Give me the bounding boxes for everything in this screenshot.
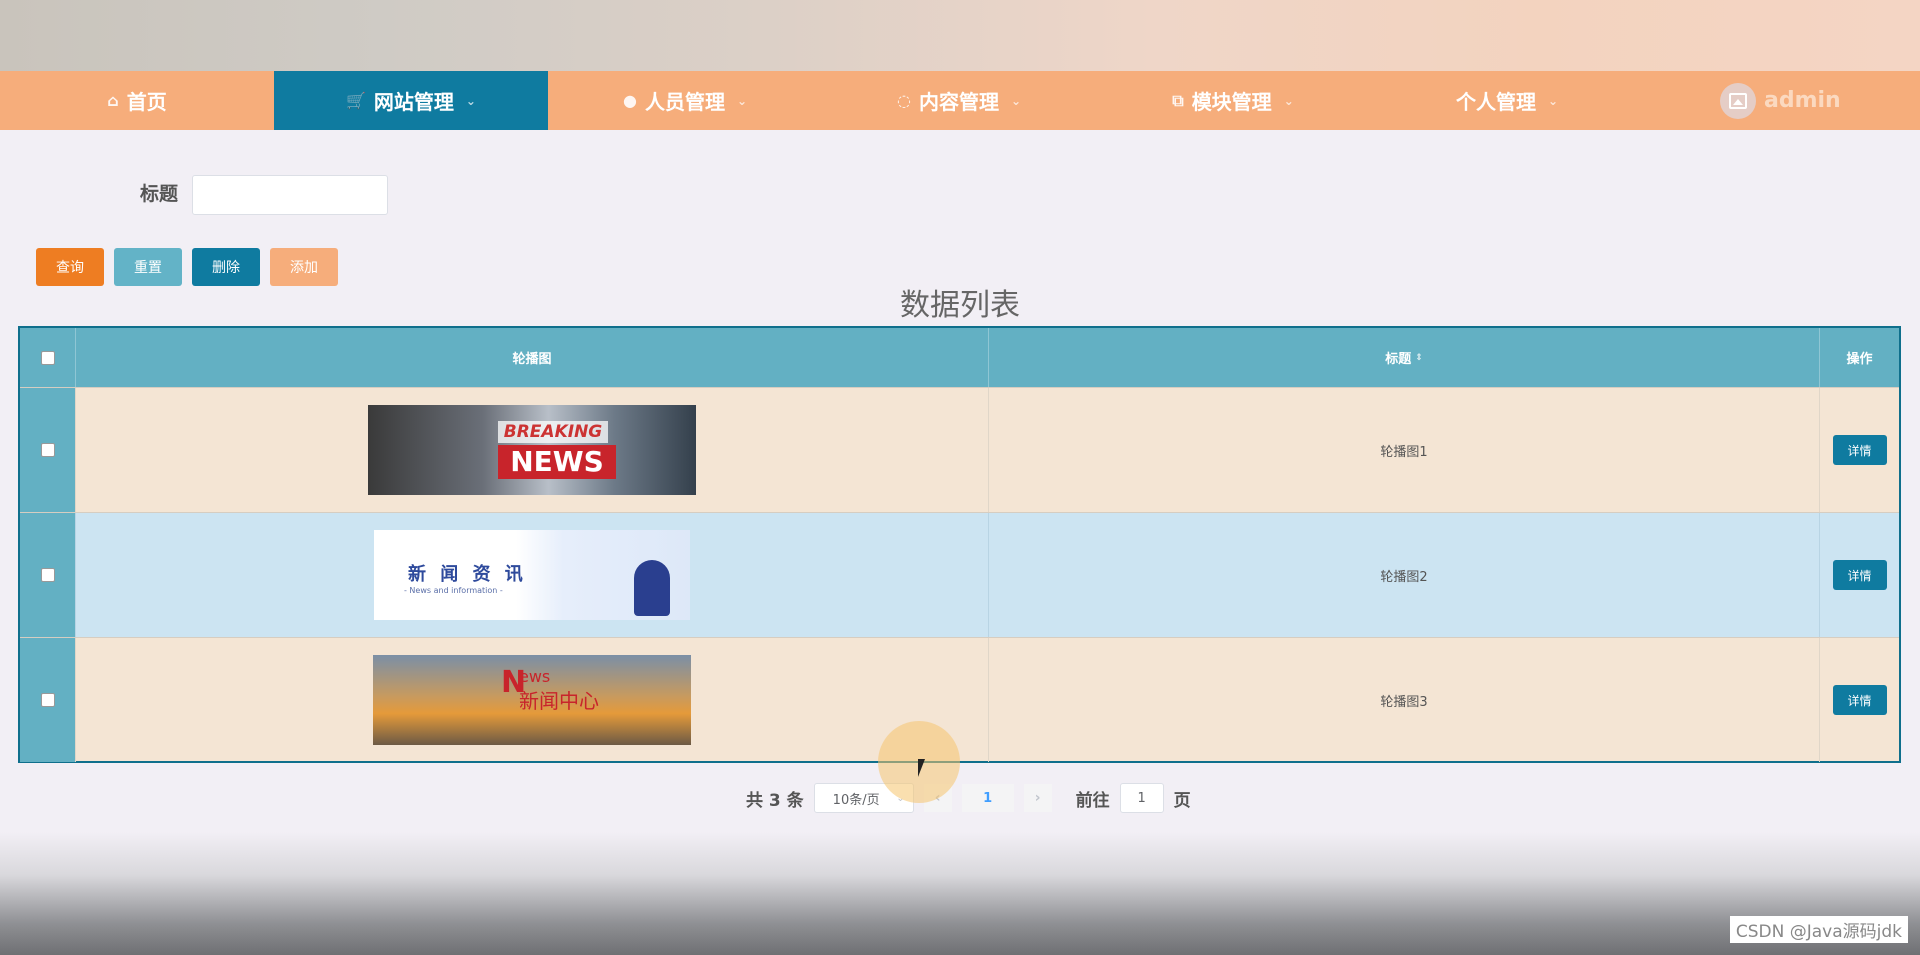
home-icon: ⌂ — [107, 91, 119, 110]
row-title: 轮播图2 — [989, 513, 1820, 637]
avatar — [1720, 82, 1756, 119]
row-checkbox-cell — [20, 513, 76, 637]
chevron-down-icon: ⌄ — [465, 93, 476, 108]
user-icon: ● — [622, 91, 637, 110]
username: admin — [1764, 88, 1841, 113]
list-title: 数据列表 — [900, 288, 1020, 323]
next-page-button[interactable]: › — [1023, 784, 1052, 812]
carousel-image: 新 闻 资 讯 - News and information - — [374, 530, 690, 620]
carousel-image-cell: BREAKING NEWS — [76, 388, 989, 512]
total-count: 共 3 条 — [746, 790, 804, 811]
header-title-label: 标题 — [1385, 352, 1412, 367]
person-illustration — [634, 560, 670, 616]
main-nav: ⌂ 首页 🛒 网站管理 ⌄ ● 人员管理 ⌄ ◌ 内容管理 ⌄ ⧉ 模块管理 ⌄… — [0, 71, 1920, 130]
nav-label: 首页 — [126, 90, 167, 114]
row-checkbox[interactable] — [40, 568, 55, 582]
image-text: 新闻中心 — [519, 689, 599, 713]
title-search-label: 标题 — [140, 182, 179, 205]
row-op-cell: 详情 — [1820, 638, 1899, 762]
cart-icon: 🛒 — [346, 91, 366, 110]
page-size-value: 10条/页 — [832, 792, 880, 808]
user-menu[interactable]: admin — [1720, 71, 1920, 130]
chat-icon: ◌ — [896, 91, 911, 110]
nav-label: 内容管理 — [918, 90, 999, 114]
row-checkbox-cell — [20, 638, 76, 762]
top-banner — [0, 0, 1920, 71]
chevron-right-icon: › — [1034, 790, 1041, 806]
row-checkbox[interactable] — [40, 693, 55, 707]
mouse-cursor-icon — [918, 759, 925, 777]
chevron-down-icon: ⌄ — [1010, 93, 1022, 108]
nav-label: 网站管理 — [373, 90, 454, 114]
nav-item-personal-management[interactable]: 个人管理 ⌄ — [1370, 71, 1644, 130]
table-row: N ews 新闻中心 轮播图3 详情 — [20, 637, 1899, 762]
nav-item-content-management[interactable]: ◌ 内容管理 ⌄ — [822, 71, 1096, 130]
carousel-image-cell: N ews 新闻中心 — [76, 638, 989, 762]
image-text: 新 闻 资 讯 — [408, 564, 527, 585]
carousel-image-cell: 新 闻 资 讯 - News and information - — [76, 513, 989, 637]
detail-button[interactable]: 详情 — [1832, 685, 1887, 715]
row-title: 轮播图1 — [989, 388, 1820, 512]
nav-label: 个人管理 — [1455, 90, 1536, 114]
row-checkbox[interactable] — [40, 443, 55, 457]
sort-icon[interactable]: ⇕ — [1415, 353, 1423, 363]
goto-page-input[interactable]: 1 — [1119, 783, 1164, 813]
image-text: ews — [519, 667, 551, 686]
nav-label: 模块管理 — [1191, 90, 1272, 114]
pagination: 共 3 条 10条/页 ⌄ ‹ 1 › 前往 1 页 — [746, 783, 1191, 813]
table-row: BREAKING NEWS 轮播图1 详情 — [20, 387, 1899, 512]
nav-item-staff-management[interactable]: ● 人员管理 ⌄ — [548, 71, 822, 130]
copy-icon: ⧉ — [1172, 90, 1184, 110]
bottom-fade — [0, 832, 1920, 955]
table-row: 新 闻 资 讯 - News and information - 轮播图2 详情 — [20, 512, 1899, 637]
detail-button[interactable]: 详情 — [1832, 560, 1887, 590]
data-table: 轮播图 标题 ⇕ 操作 BREAKING NEWS 轮播图1 详情 新 闻 资 … — [18, 326, 1901, 763]
header-title[interactable]: 标题 ⇕ — [989, 328, 1820, 387]
chevron-down-icon: ⌄ — [736, 93, 748, 108]
image-text: - News and information - — [404, 586, 503, 595]
nav-item-module-management[interactable]: ⧉ 模块管理 ⌄ — [1096, 71, 1370, 130]
header-image: 轮播图 — [76, 328, 989, 387]
header-checkbox-cell — [20, 328, 76, 387]
image-icon — [1729, 92, 1747, 109]
search-form: 标题 — [140, 175, 389, 215]
page-suffix: 页 — [1173, 790, 1191, 811]
detail-button[interactable]: 详情 — [1832, 435, 1887, 465]
nav-item-site-management[interactable]: 🛒 网站管理 ⌄ — [274, 71, 548, 130]
table-header: 轮播图 标题 ⇕ 操作 — [20, 328, 1899, 387]
row-op-cell: 详情 — [1820, 513, 1899, 637]
nav-label: 人员管理 — [644, 90, 725, 114]
title-search-input[interactable] — [192, 175, 389, 215]
page-number[interactable]: 1 — [961, 784, 1014, 812]
chevron-down-icon: ⌄ — [1283, 93, 1294, 108]
row-checkbox-cell — [20, 388, 76, 512]
row-op-cell: 详情 — [1820, 388, 1899, 512]
goto-label: 前往 — [1075, 790, 1110, 811]
carousel-image: N ews 新闻中心 — [373, 655, 691, 745]
chevron-down-icon: ⌄ — [1547, 93, 1559, 108]
image-text: BREAKING — [498, 421, 608, 443]
nav-item-home[interactable]: ⌂ 首页 — [0, 71, 274, 130]
row-title: 轮播图3 — [989, 638, 1820, 762]
image-text: NEWS — [498, 445, 616, 479]
carousel-image: BREAKING NEWS — [368, 405, 696, 495]
select-all-checkbox[interactable] — [40, 350, 55, 365]
watermark: CSDN @Java源码jdk — [1729, 916, 1908, 943]
header-op: 操作 — [1846, 352, 1873, 367]
